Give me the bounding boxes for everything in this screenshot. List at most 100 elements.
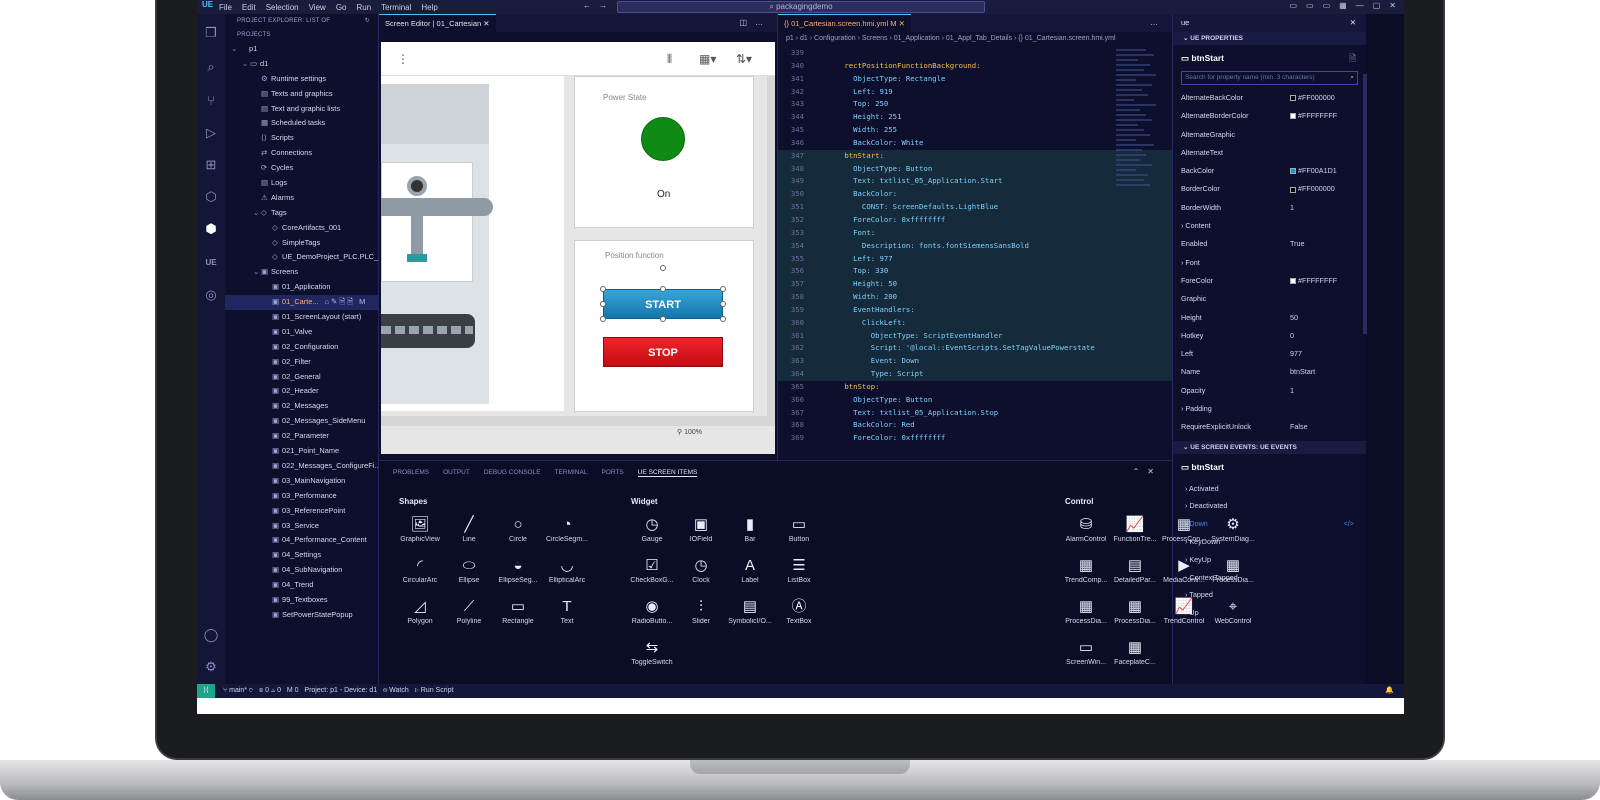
horizontal-scrollbar[interactable] [381,416,775,426]
screen-item-circulararc[interactable]: ◜ CircularArc [393,556,447,584]
tree-item[interactable]: ▣ 02_Filter [225,355,379,370]
tree-item[interactable]: ▣ 02_Messages_SideMenu [225,414,379,429]
rotate-handle[interactable] [660,265,666,271]
grid-dropdown-icon[interactable]: ▦▾ [699,52,716,66]
code-line[interactable]: 345 Width: 255 [778,124,1173,137]
nav-forward-icon[interactable]: → [599,1,607,10]
breadcrumb[interactable]: p1 › d1 › Configuration › Screens › 01_A… [778,32,1173,46]
property-row[interactable]: Hotkey 0 [1173,327,1366,345]
menu-item-edit[interactable]: Edit [242,3,256,12]
source-control-icon[interactable]: ⑂ [202,92,220,110]
code-line[interactable]: 361 ObjectType: ScriptEventHandler [778,329,1173,343]
extensions-icon[interactable]: ⊞ [202,156,220,174]
code-line[interactable]: 355 Left: 977 [778,252,1173,266]
screen-item-detailedpar[interactable]: ▤ DetailedPar... [1108,556,1162,584]
code-lines[interactable]: 339 340 rectPositionFunctionBackground: 34… [778,47,1173,445]
tree-twistie-icon[interactable]: ⌄ [242,57,250,72]
maximize-panel-icon[interactable]: ⌃ [1133,467,1148,476]
screen-item-circle[interactable]: ○ Circle [491,515,545,543]
close-tab-icon[interactable]: ✕ [899,19,905,28]
property-row[interactable]: AlternateBackColor #FF000000 [1173,89,1366,107]
tree-item[interactable]: ▤ Text and graphic lists [225,102,379,117]
run-script-status[interactable]: ▷ Run Script [415,687,454,694]
property-value[interactable]: #FFFFFFFF [1290,272,1337,290]
tree-item[interactable]: ◇ UE_DemoProject_PLC.PLC_... [225,250,384,265]
screen-item-label[interactable]: A Label [723,556,777,584]
screen-item-systemdiag[interactable]: ⚙ SystemDiag... [1206,515,1260,543]
tree-item[interactable]: ▣ 022_Messages_ConfigureFi... [225,459,381,474]
kebab-menu-icon[interactable]: ⋮ [397,52,409,66]
tab-yml-file[interactable]: {} 01_Cartesian.screen.hmi.yml M ✕ [778,14,911,32]
code-line[interactable]: 347 btnStart: [778,149,1173,163]
code-line[interactable]: 357 Height: 50 [778,278,1173,292]
property-value[interactable]: #FF00A1D1 [1290,162,1337,180]
code-line[interactable]: 346 BackColor: White [778,137,1173,150]
code-line[interactable]: 368 BackColor: Red [778,419,1173,432]
split-editor-icon[interactable]: ◫ [739,18,755,27]
panel-tab-problems[interactable]: PROBLEMS [393,469,429,476]
tree-item[interactable]: ▣ 04_Trend [225,578,379,593]
property-row[interactable]: AlternateGraphic [1173,126,1366,144]
tree-item[interactable]: ▦ Scheduled tasks [225,116,379,131]
menu-item-selection[interactable]: Selection [266,3,299,12]
code-line[interactable]: 353 Font: [778,226,1173,240]
code-line[interactable]: 366 ObjectType: Button [778,394,1173,407]
screen-item-listbox[interactable]: ☰ ListBox [772,556,826,584]
panel-tab-debug-console[interactable]: DEBUG CONSOLE [484,469,541,476]
tree-item[interactable]: ▤ Texts and graphics [225,87,379,102]
menu-item-help[interactable]: Help [421,3,437,12]
tree-item[interactable]: ▣ SetPowerStatePopup [225,608,379,623]
align-icon[interactable]: ⫴ [667,52,672,67]
resize-handle[interactable] [600,286,606,292]
tree-item[interactable]: ⌄ p1 [225,42,379,57]
modified-status[interactable]: M 0 [287,687,299,694]
property-row[interactable]: Opacity 1 [1173,382,1366,400]
notifications-icon[interactable]: 🔔 [1385,684,1394,698]
tree-item[interactable]: ⌄ ▣ Screens [225,265,379,280]
tree-item[interactable]: ▣ 01_Valve [225,325,379,340]
tab-screen-editor[interactable]: Screen Editor | 01_Cartesian ✕ [379,14,496,32]
tree-item[interactable]: ◇ CoreArtifacts_001 [225,221,379,236]
command-search[interactable]: ⌕ packagingdemo [617,1,985,13]
code-line[interactable]: 359 EventHandlers: [778,303,1173,317]
tree-twistie-icon[interactable]: ⌄ [253,206,261,221]
minimap[interactable] [1116,46,1160,426]
event-row[interactable]: › Activated [1173,480,1366,498]
property-row[interactable]: AlternateText [1173,144,1366,162]
watch-status[interactable]: ◷ Watch [383,687,409,694]
screen-item-webcontrol[interactable]: ⌖ WebControl [1206,597,1260,625]
ue-properties-header[interactable]: ⌄ UE PROPERTIES [1173,32,1366,45]
color-swatch[interactable] [1290,113,1296,120]
property-value[interactable]: btnStart [1290,363,1315,381]
panel-tab-terminal[interactable]: TERMINAL [555,469,588,476]
code-line[interactable]: 339 [778,47,1173,60]
more-icon[interactable]: … [1150,14,1166,32]
property-row[interactable]: Enabled True [1173,235,1366,253]
properties-filter-bar[interactable]: ue ✕ [1173,14,1366,32]
color-swatch[interactable] [1290,95,1296,102]
screen-item-processdia[interactable]: ▦ ProcessDia... [1108,597,1162,625]
code-line[interactable]: 343 Top: 250 [778,98,1173,111]
property-value[interactable]: 977 [1290,345,1302,363]
tree-item[interactable]: ▣ 02_Messages [225,399,379,414]
property-row[interactable]: › Padding [1173,400,1366,418]
event-row[interactable]: › Deactivated [1173,497,1366,515]
screen-item-graphicview[interactable]: 🖼 GraphicView [393,515,447,543]
vertical-scrollbar[interactable] [767,76,775,416]
screen-item-processdia[interactable]: ▦ ProcessDia... [1059,597,1113,625]
stop-button[interactable]: STOP [603,337,723,367]
code-line[interactable]: 369 ForeColor: 0xffffffff [778,432,1173,445]
screen-item-faceplatec[interactable]: ▦ FaceplateC... [1108,638,1162,666]
tree-item[interactable]: ▣ 02_Parameter [225,429,379,444]
tree-item[interactable]: ▣ 04_Performance_Content [225,533,379,548]
tree-item[interactable]: ⟳ Cycles [225,161,379,176]
code-line[interactable]: 352 ForeColor: 0xffffffff [778,213,1173,227]
tree-item[interactable]: ⟨⟩ Scripts [225,131,379,146]
code-line[interactable]: 351 CONST: ScreenDefaults.LightBlue [778,201,1173,214]
screen-item-iofield[interactable]: ▣ IOField [674,515,728,543]
screen-item-symbolici-o[interactable]: ▤ SymbolicI/O... [723,597,777,625]
screen-item-ellipticalarc[interactable]: ◡ EllipticalArc [540,556,594,584]
code-line[interactable]: 348 ObjectType: Button [778,162,1173,176]
screen-item-processdia[interactable]: ▦ ProcessDia... [1206,556,1260,584]
screen-item-textbox[interactable]: Ⓐ TextBox [772,597,826,625]
